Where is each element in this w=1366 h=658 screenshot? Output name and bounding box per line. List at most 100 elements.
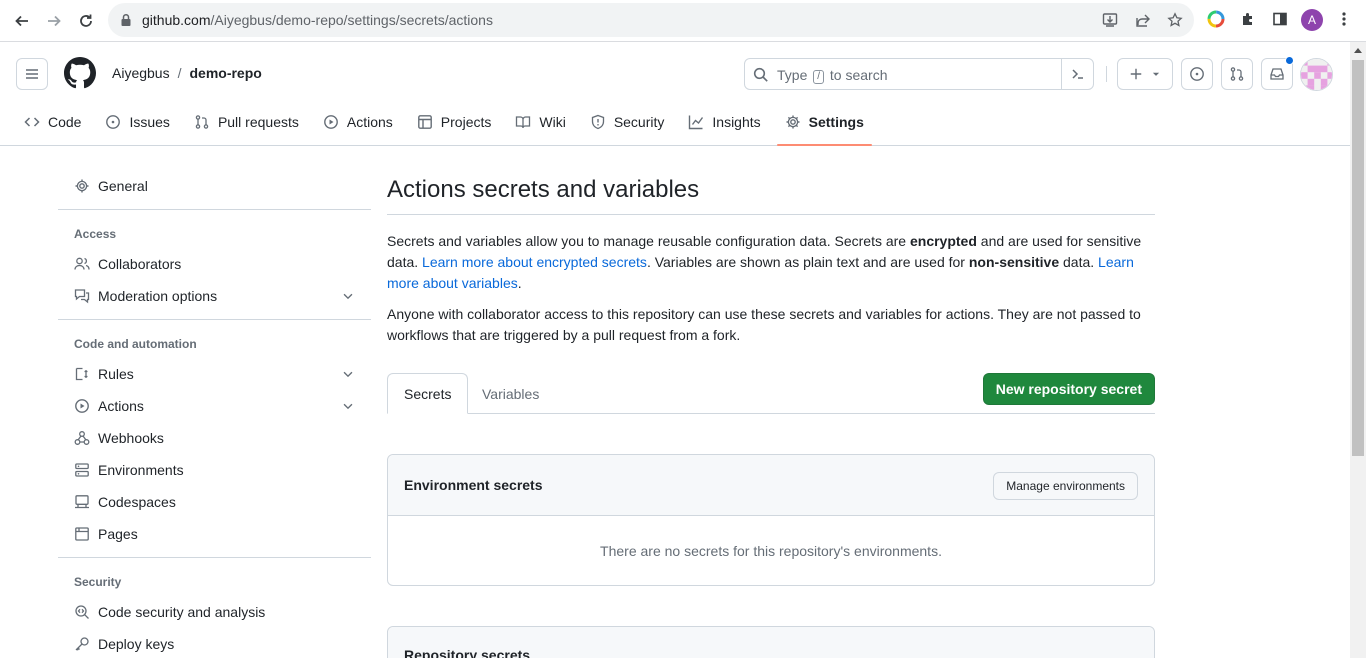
- url-text: github.com/Aiyegbus/demo-repo/settings/s…: [142, 12, 493, 28]
- extensions-puzzle-icon[interactable]: [1238, 9, 1258, 29]
- code-icon: [24, 117, 40, 127]
- breadcrumb-separator: /: [177, 65, 182, 81]
- tab-label: Issues: [129, 114, 170, 130]
- tab-wiki[interactable]: Wiki: [507, 105, 573, 139]
- share-icon[interactable]: [1134, 11, 1152, 29]
- sidebar-item-label: Codespaces: [98, 494, 176, 510]
- codespaces-icon: [75, 495, 89, 509]
- command-palette-icon[interactable]: [1061, 59, 1093, 89]
- sidebar-item-actions[interactable]: Actions: [58, 390, 371, 422]
- sidebar-item-environments[interactable]: Environments: [58, 454, 371, 486]
- secrets-tabs: Secrets Variables New repository secret: [387, 373, 1155, 414]
- tab-label: Actions: [346, 114, 393, 130]
- install-icon[interactable]: [1101, 11, 1119, 29]
- issues-icon[interactable]: [1181, 58, 1213, 90]
- browser-menu-icon[interactable]: [1334, 9, 1354, 29]
- bookmark-star-icon[interactable]: [1166, 11, 1184, 29]
- plus-icon: [1130, 68, 1142, 80]
- gear-icon: [75, 179, 89, 193]
- sidebar-item-deploy-keys[interactable]: Deploy keys: [58, 628, 371, 658]
- sidebar-heading-code-automation: Code and automation: [74, 337, 197, 351]
- sidebar-item-label: Deploy keys: [98, 636, 175, 652]
- tab-insights[interactable]: Insights: [680, 105, 768, 139]
- play-icon: [323, 115, 338, 129]
- main-content: Actions secrets and variables Secrets an…: [387, 170, 1155, 658]
- codescan-icon: [75, 605, 89, 619]
- address-bar[interactable]: github.com/Aiyegbus/demo-repo/settings/s…: [108, 3, 1194, 37]
- chevron-down-icon[interactable]: [341, 289, 355, 303]
- tab-code[interactable]: Code: [16, 105, 89, 139]
- issue-icon: [106, 115, 121, 129]
- chevron-down-icon[interactable]: [341, 367, 355, 381]
- sidebar-item-moderation-options[interactable]: Moderation options: [58, 280, 371, 312]
- tab-label: Wiki: [539, 114, 566, 130]
- forward-icon[interactable]: [42, 9, 66, 33]
- sidebar-item-rules[interactable]: Rules: [58, 358, 371, 390]
- search-input[interactable]: Type / to search: [744, 58, 1094, 90]
- new-repository-secret-button[interactable]: New repository secret: [982, 373, 1155, 405]
- page-title: Actions secrets and variables: [387, 170, 1155, 215]
- sidebar-heading-security: Security: [74, 575, 122, 589]
- page-scrollbar[interactable]: [1350, 42, 1366, 658]
- sidebar-item-collaborators[interactable]: Collaborators: [58, 248, 371, 280]
- scroll-up-arrow-icon[interactable]: [1354, 48, 1362, 53]
- tab-secrets[interactable]: Secrets: [387, 373, 469, 414]
- side-panel-icon[interactable]: [1270, 9, 1290, 29]
- github-logo-icon[interactable]: [64, 57, 96, 89]
- pull-request-icon: [195, 115, 209, 129]
- repo-link[interactable]: demo-repo: [189, 65, 261, 81]
- tab-label: Settings: [808, 114, 864, 130]
- sidebar-item-label: Pages: [98, 526, 138, 542]
- browser-toolbar: github.com/Aiyegbus/demo-repo/settings/s…: [0, 0, 1366, 42]
- menu-hamburger-icon[interactable]: [16, 58, 48, 90]
- sidebar-item-label: Environments: [98, 462, 184, 478]
- chevron-down-icon[interactable]: [341, 399, 355, 413]
- tab-security[interactable]: Security: [582, 105, 673, 139]
- tab-variables[interactable]: Variables: [466, 373, 555, 414]
- tab-actions[interactable]: Actions: [315, 105, 401, 139]
- repository-secrets-header: Repository secrets: [388, 627, 1154, 658]
- server-icon: [75, 463, 89, 477]
- pull-requests-icon[interactable]: [1221, 58, 1253, 90]
- sidebar-item-code-security[interactable]: Code security and analysis: [58, 596, 371, 628]
- book-icon: [516, 116, 531, 129]
- sidebar-item-webhooks[interactable]: Webhooks: [58, 422, 371, 454]
- sidebar-item-general[interactable]: General: [58, 170, 371, 202]
- tab-projects[interactable]: Projects: [409, 105, 500, 139]
- create-new-button[interactable]: [1117, 58, 1173, 90]
- owner-link[interactable]: Aiyegbus: [112, 65, 170, 81]
- tab-label: Pull requests: [217, 114, 299, 130]
- tab-issues[interactable]: Issues: [97, 105, 177, 139]
- tab-pull-requests[interactable]: Pull requests: [186, 105, 307, 139]
- manage-environments-button[interactable]: Manage environments: [993, 472, 1138, 500]
- sidebar-item-label: Code security and analysis: [98, 604, 266, 620]
- scrollbar-thumb[interactable]: [1352, 60, 1364, 456]
- user-avatar[interactable]: [1300, 58, 1333, 91]
- header-divider: [1106, 66, 1107, 82]
- repository-secrets-box: Repository secrets: [387, 626, 1155, 658]
- repository-secrets-title: Repository secrets: [404, 647, 531, 658]
- search-icon: [753, 67, 769, 86]
- tab-settings[interactable]: Settings: [776, 105, 873, 146]
- triangle-down-icon: [1152, 72, 1160, 76]
- sidebar-item-label: General: [98, 178, 148, 194]
- environment-secrets-empty: There are no secrets for this repository…: [600, 542, 942, 559]
- learn-more-secrets-link[interactable]: Learn more about encrypted secrets: [422, 254, 647, 270]
- reload-icon[interactable]: [74, 9, 98, 33]
- browser-profile-avatar[interactable]: A: [1301, 9, 1323, 31]
- tab-label: Code: [48, 114, 82, 130]
- tab-label: Insights: [712, 114, 761, 130]
- sidebar-item-pages[interactable]: Pages: [58, 518, 371, 550]
- play-icon: [75, 399, 89, 413]
- sidebar-item-label: Collaborators: [98, 256, 182, 272]
- search-placeholder: Type / to search: [777, 67, 888, 84]
- back-icon[interactable]: [10, 9, 34, 33]
- shield-icon: [591, 114, 604, 130]
- settings-sidebar: General Access Collaborators Moderation …: [58, 170, 371, 658]
- notification-dot: [1285, 56, 1294, 65]
- repo-nav: Code Issues Pull requests Actions Projec…: [16, 105, 880, 146]
- webhook-icon: [74, 431, 90, 445]
- collaborator-note: Anyone with collaborator access to this …: [387, 306, 1141, 343]
- color-wheel-extension-icon[interactable]: [1206, 9, 1226, 29]
- sidebar-item-codespaces[interactable]: Codespaces: [58, 486, 371, 518]
